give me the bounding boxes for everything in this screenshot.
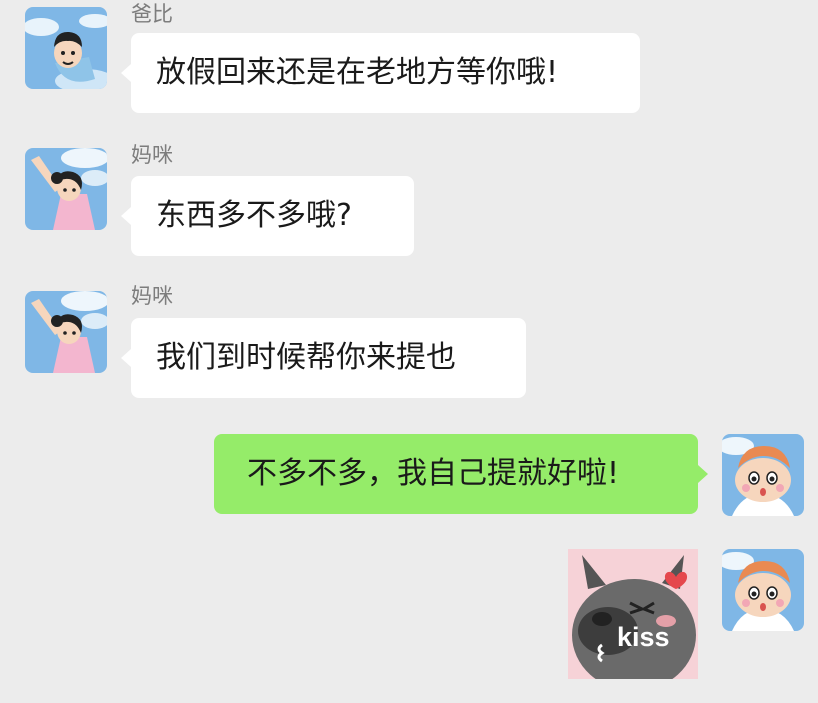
kiss-sticker[interactable]: kiss	[568, 549, 698, 679]
sticker-kiss-text: kiss	[617, 622, 670, 652]
mom-avatar[interactable]	[25, 291, 107, 373]
self-avatar[interactable]	[722, 434, 804, 516]
sender-name-mom: 妈咪	[131, 143, 173, 167]
sender-name-dad: 爸比	[131, 2, 173, 26]
message-bubble-self[interactable]: 不多不多，我自己提就好啦!	[214, 434, 708, 514]
message-bubble-mom-1[interactable]: 东西多不多哦?	[121, 176, 414, 256]
message-bubble-dad[interactable]: 放假回来还是在老地方等你哦!	[121, 33, 640, 113]
dad-avatar[interactable]	[25, 7, 107, 89]
sender-name-mom: 妈咪	[131, 284, 173, 308]
self-avatar[interactable]	[722, 549, 804, 631]
mom-avatar[interactable]	[25, 148, 107, 230]
message-bubble-mom-2[interactable]: 我们到时候帮你来提也	[121, 318, 526, 398]
